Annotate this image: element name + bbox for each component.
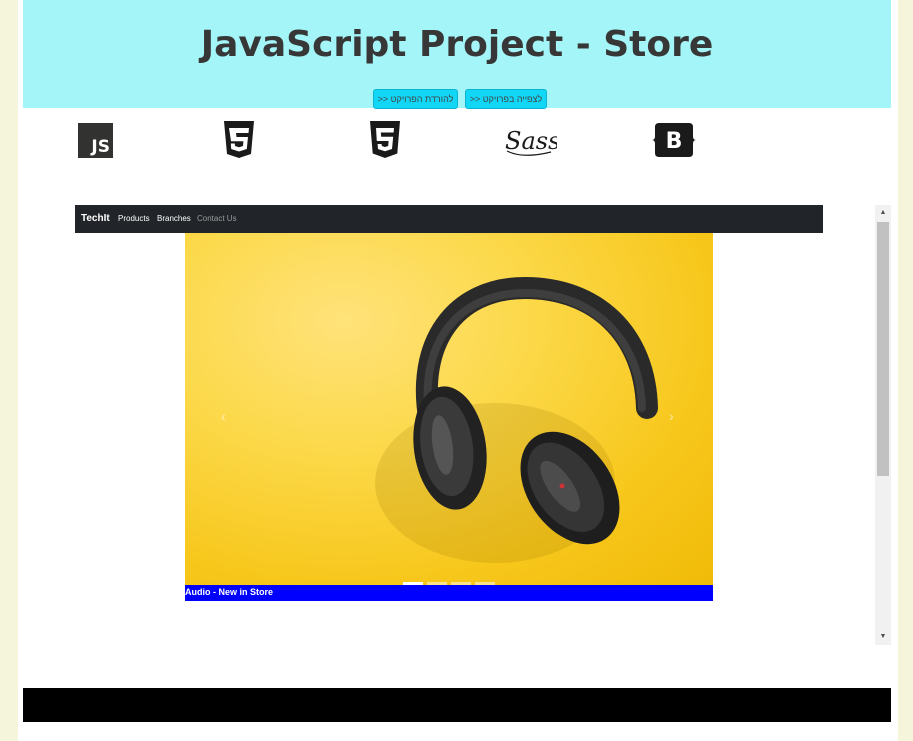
navbar-brand[interactable]: TechIt (81, 213, 110, 224)
bootstrap-icon: B (652, 123, 696, 157)
preview-navbar: TechIt Products Branches Contact Us (75, 205, 823, 233)
carousel-prev-icon[interactable]: ‹ (221, 408, 226, 424)
scroll-down-icon[interactable]: ▼ (875, 629, 891, 645)
carousel-next-icon[interactable]: › (669, 408, 674, 424)
headphones-image (375, 276, 658, 563)
carousel-slide: ‹ › (185, 233, 713, 585)
carousel-caption: Audio - New in Store (185, 585, 713, 601)
javascript-icon-label: JS (91, 137, 110, 157)
nav-link-contact[interactable]: Contact Us (197, 214, 237, 223)
scroll-thumb[interactable] (877, 222, 889, 476)
sass-icon: Sass (505, 127, 557, 156)
view-project-button[interactable]: לצפייה בפרויקט << (465, 89, 547, 109)
nav-link-products[interactable]: Products (118, 214, 150, 223)
scroll-up-icon[interactable]: ▲ (875, 205, 891, 221)
preview-scrollbar[interactable]: ▲ ▼ (875, 205, 891, 645)
project-preview-frame: TechIt Products Branches Contact Us ‹ › … (75, 205, 891, 645)
nav-link-branches[interactable]: Branches (157, 214, 191, 223)
page-title: JavaScript Project - Store (200, 24, 714, 65)
footer (23, 688, 891, 722)
download-project-button[interactable]: להורדת הפרויקט << (373, 89, 458, 109)
bootstrap-icon-label: B (666, 129, 683, 154)
javascript-icon: JS (78, 123, 113, 158)
html5-icon (370, 121, 400, 158)
css3-icon (224, 121, 254, 158)
sass-icon-label: Sass (505, 127, 557, 155)
